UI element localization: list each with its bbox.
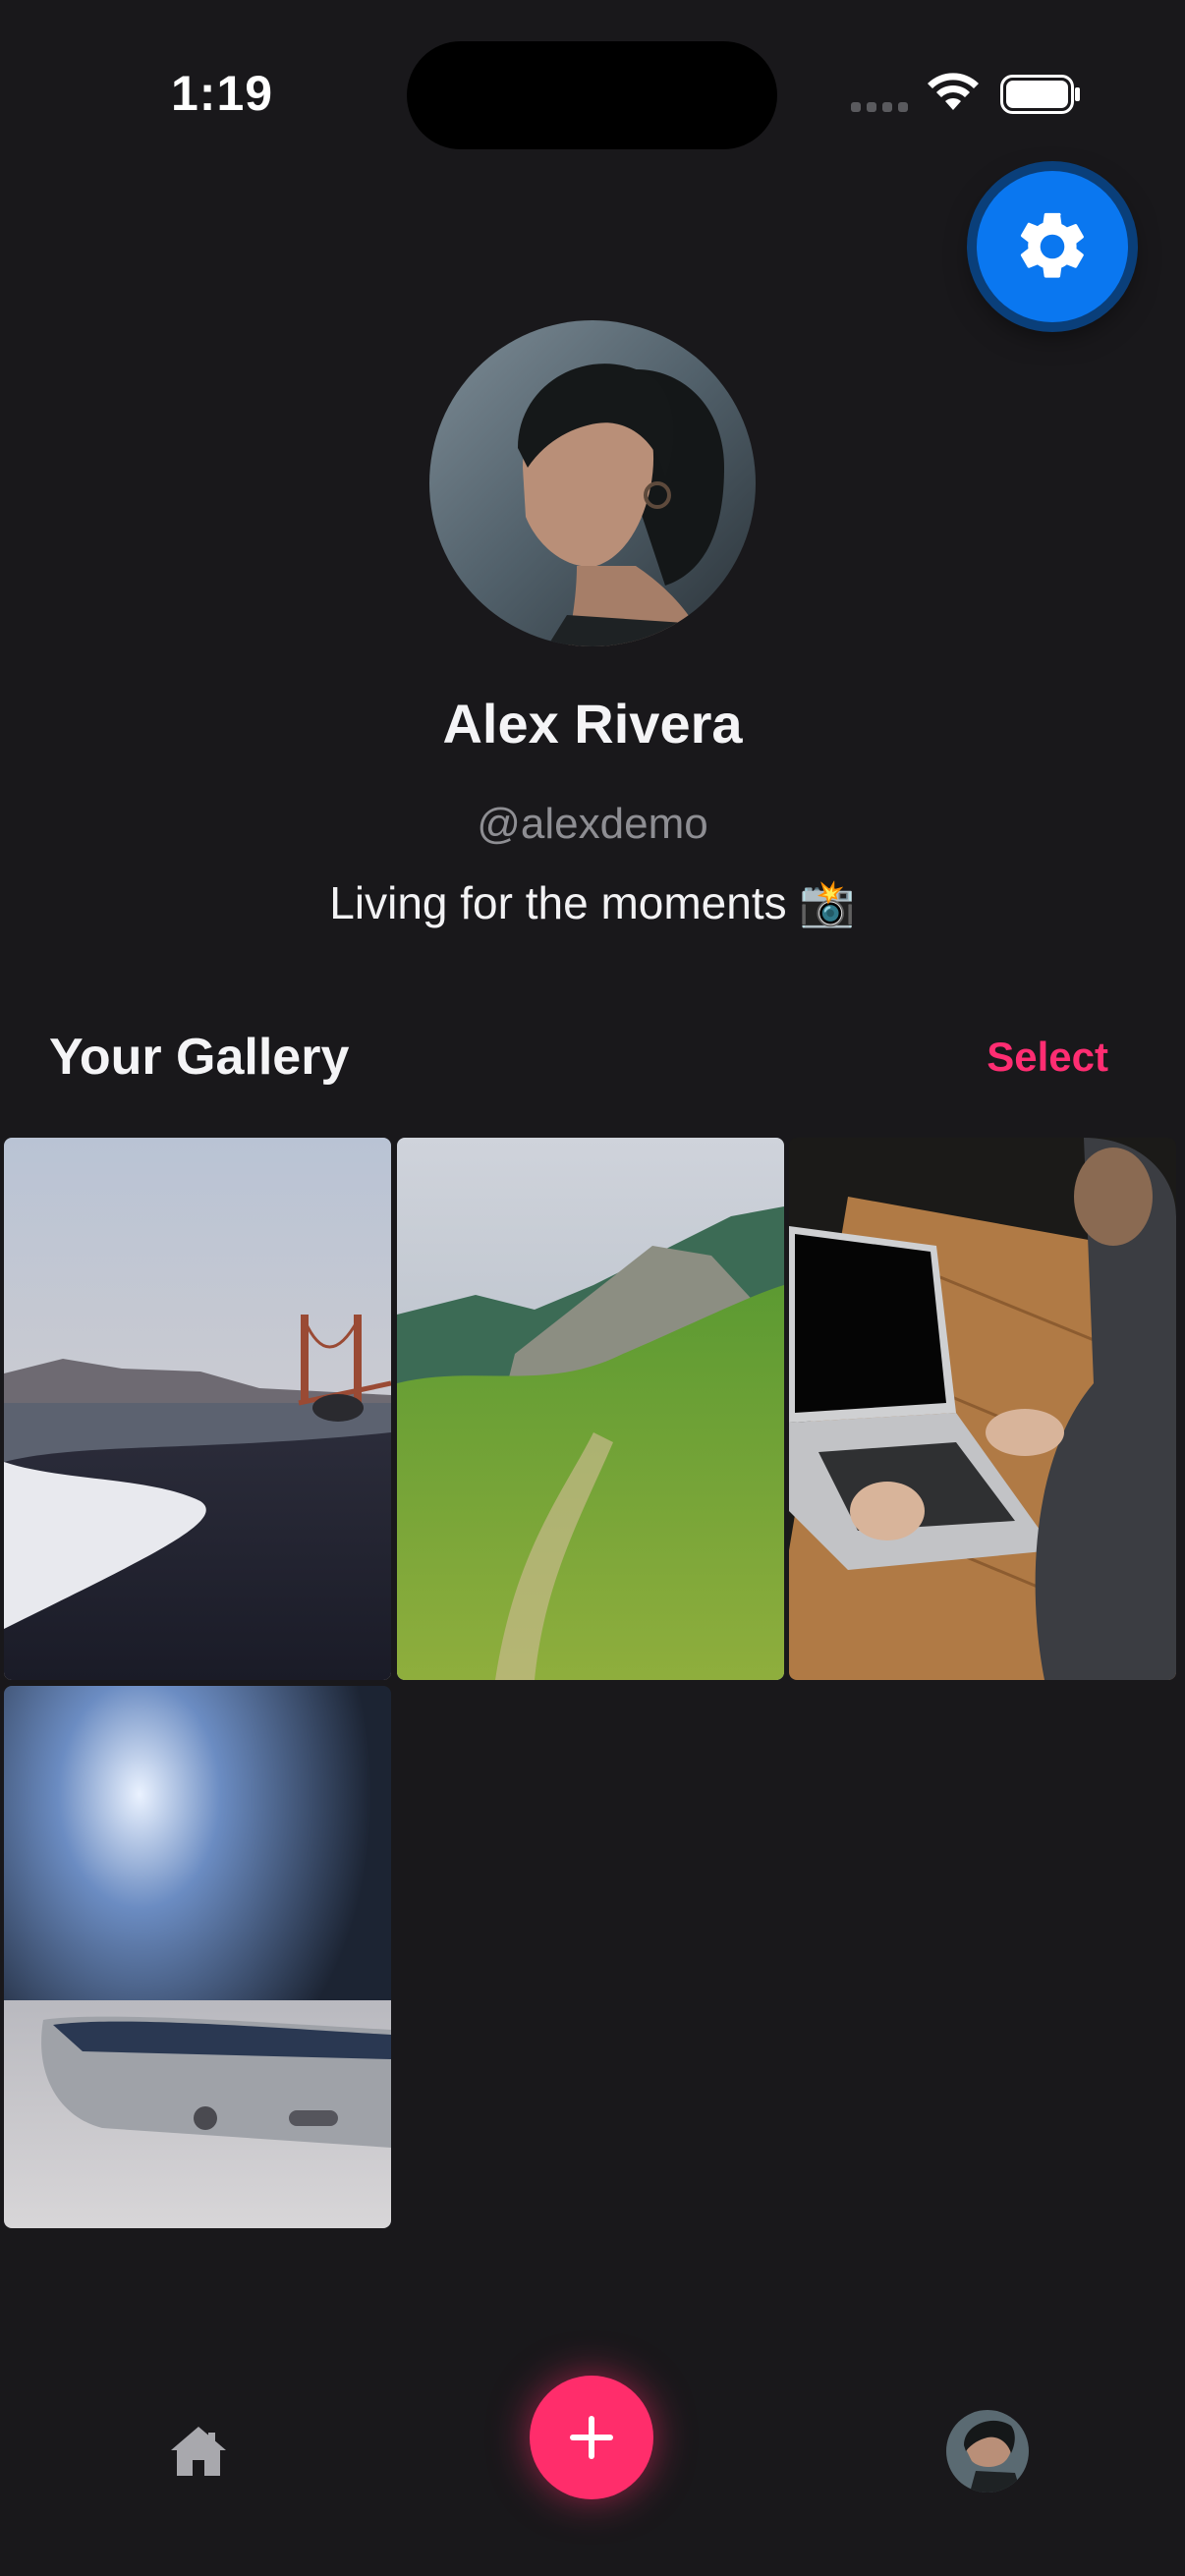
home-icon[interactable]	[167, 2423, 230, 2480]
phone-photo	[4, 1686, 391, 2228]
plus-icon	[570, 2416, 613, 2459]
gallery-photo[interactable]	[397, 1138, 784, 1680]
gallery-photo[interactable]	[4, 1138, 391, 1680]
status-bar: 1:19	[0, 0, 1185, 187]
dynamic-island	[407, 41, 777, 149]
mountain-photo	[397, 1138, 784, 1680]
status-time: 1:19	[171, 66, 274, 121]
laptop-photo	[789, 1138, 1176, 1680]
gallery-title: Your Gallery	[49, 1029, 350, 1086]
gallery-photo[interactable]	[4, 1686, 391, 2228]
profile-name: Alex Rivera	[442, 693, 743, 755]
gallery-photo[interactable]	[789, 1138, 1176, 1680]
beach-photo	[4, 1138, 391, 1680]
profile-handle: @alexdemo	[477, 800, 708, 848]
wifi-icon	[928, 73, 979, 110]
battery-icon	[1000, 75, 1080, 114]
profile-bio: Living for the moments 📸	[329, 877, 856, 928]
settings-button[interactable]	[977, 171, 1128, 322]
profile-tab[interactable]	[946, 2410, 1029, 2492]
profile-avatar[interactable]	[429, 320, 756, 646]
avatar-icon	[946, 2410, 1029, 2492]
avatar-photo	[429, 320, 756, 646]
select-button[interactable]: Select	[987, 1034, 1108, 1081]
add-button[interactable]	[530, 2376, 653, 2499]
gear-icon	[1020, 212, 1084, 278]
cellular-signal-icon	[851, 102, 908, 112]
